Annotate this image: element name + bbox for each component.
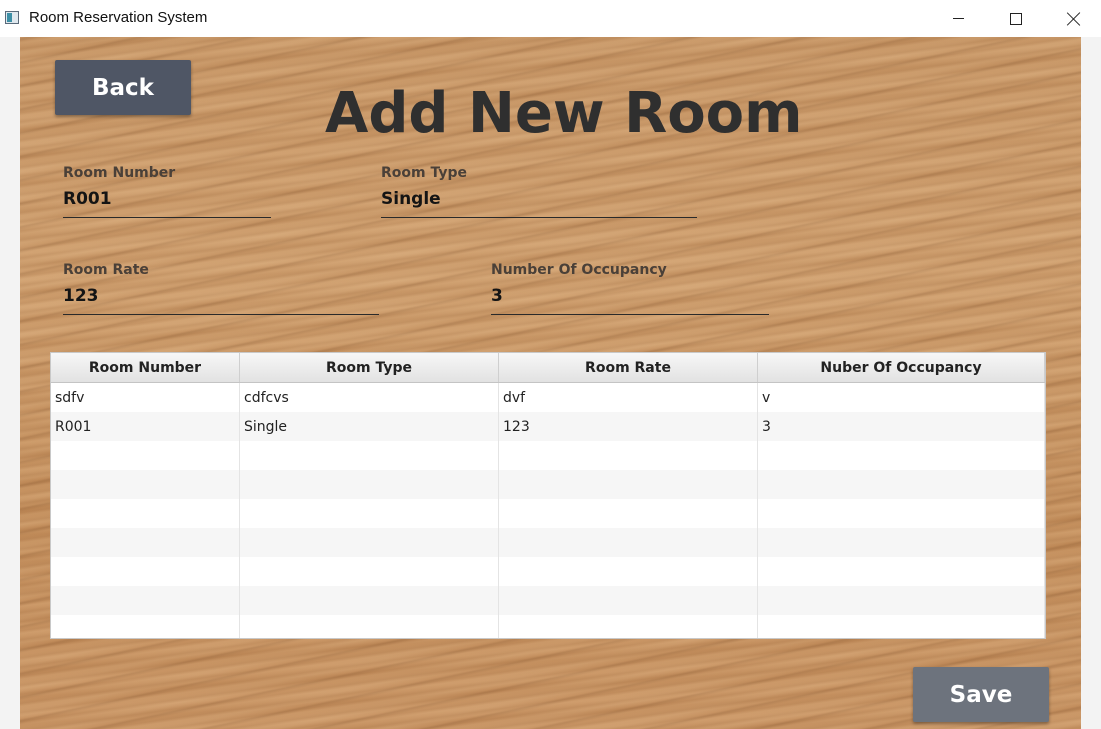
occupancy-field[interactable]: Number Of Occupancy 3 bbox=[491, 262, 769, 315]
empty-table-row bbox=[51, 470, 1045, 499]
minimize-button[interactable] bbox=[929, 0, 987, 37]
table-cell: sdfv bbox=[51, 383, 240, 412]
empty-cell bbox=[51, 557, 240, 586]
save-button[interactable]: Save bbox=[913, 667, 1049, 722]
table-header: Room Number Room Type Room Rate Nuber Of… bbox=[51, 353, 1045, 383]
empty-cell bbox=[499, 499, 758, 528]
empty-cell bbox=[499, 528, 758, 557]
table-cell: 123 bbox=[499, 412, 758, 441]
empty-cell bbox=[240, 586, 499, 615]
empty-cell bbox=[51, 470, 240, 499]
occupancy-input[interactable]: 3 bbox=[491, 286, 769, 315]
column-header-occupancy[interactable]: Nuber Of Occupancy bbox=[758, 353, 1045, 382]
room-number-field[interactable]: Room Number R001 bbox=[63, 165, 271, 218]
empty-table-row bbox=[51, 528, 1045, 557]
maximize-button[interactable] bbox=[987, 0, 1045, 37]
empty-cell bbox=[758, 615, 1045, 638]
room-rate-label: Room Rate bbox=[63, 262, 149, 278]
back-button[interactable]: Back bbox=[55, 60, 191, 115]
close-icon bbox=[1067, 12, 1081, 26]
empty-table-row bbox=[51, 557, 1045, 586]
app-window-icon bbox=[5, 11, 19, 24]
empty-cell bbox=[51, 499, 240, 528]
table-cell: R001 bbox=[51, 412, 240, 441]
empty-table-row bbox=[51, 441, 1045, 470]
empty-cell bbox=[240, 499, 499, 528]
empty-cell bbox=[240, 615, 499, 638]
room-type-field[interactable]: Room Type Single bbox=[381, 165, 697, 218]
empty-cell bbox=[499, 441, 758, 470]
empty-cell bbox=[758, 586, 1045, 615]
empty-cell bbox=[499, 470, 758, 499]
empty-cell bbox=[240, 441, 499, 470]
room-number-label: Room Number bbox=[63, 165, 176, 181]
column-header-room-number[interactable]: Room Number bbox=[51, 353, 240, 382]
table-row[interactable]: R001 Single 123 3 bbox=[51, 412, 1045, 441]
empty-cell bbox=[758, 441, 1045, 470]
room-type-label: Room Type bbox=[381, 165, 468, 181]
empty-cell bbox=[51, 441, 240, 470]
empty-cell bbox=[758, 470, 1045, 499]
table-cell: 3 bbox=[758, 412, 1045, 441]
empty-cell bbox=[499, 615, 758, 638]
maximize-icon bbox=[1010, 12, 1022, 25]
empty-cell bbox=[51, 528, 240, 557]
empty-cell bbox=[240, 557, 499, 586]
empty-table-row bbox=[51, 615, 1045, 638]
empty-table-row bbox=[51, 586, 1045, 615]
table-cell: dvf bbox=[499, 383, 758, 412]
room-number-input[interactable]: R001 bbox=[63, 189, 271, 218]
empty-cell bbox=[240, 470, 499, 499]
empty-cell bbox=[240, 528, 499, 557]
close-button[interactable] bbox=[1045, 0, 1101, 37]
minimize-icon bbox=[952, 18, 964, 19]
column-header-room-rate[interactable]: Room Rate bbox=[499, 353, 758, 382]
table-row[interactable]: sdfv cdfcvs dvf v bbox=[51, 383, 1045, 412]
occupancy-label: Number Of Occupancy bbox=[491, 262, 667, 278]
window-title: Room Reservation System bbox=[29, 9, 208, 26]
room-type-input[interactable]: Single bbox=[381, 189, 697, 218]
table-cell: Single bbox=[240, 412, 499, 441]
room-rate-input[interactable]: 123 bbox=[63, 286, 379, 315]
empty-cell bbox=[499, 557, 758, 586]
empty-cell bbox=[51, 615, 240, 638]
empty-cell bbox=[758, 499, 1045, 528]
table-cell: v bbox=[758, 383, 1045, 412]
title-bar: Room Reservation System bbox=[0, 0, 1101, 37]
empty-table-row bbox=[51, 499, 1045, 528]
table-cell: cdfcvs bbox=[240, 383, 499, 412]
page-title: Add New Room bbox=[325, 81, 803, 146]
rooms-table[interactable]: Room Number Room Type Room Rate Nuber Of… bbox=[50, 352, 1046, 639]
table-body: sdfv cdfcvs dvf v R001 Single 123 3 bbox=[51, 383, 1045, 638]
empty-cell bbox=[758, 557, 1045, 586]
empty-cell bbox=[758, 528, 1045, 557]
empty-cell bbox=[51, 586, 240, 615]
wood-panel: Back Add New Room Room Number R001 Room … bbox=[20, 37, 1081, 729]
column-header-room-type[interactable]: Room Type bbox=[240, 353, 499, 382]
room-rate-field[interactable]: Room Rate 123 bbox=[63, 262, 379, 315]
empty-cell bbox=[499, 586, 758, 615]
